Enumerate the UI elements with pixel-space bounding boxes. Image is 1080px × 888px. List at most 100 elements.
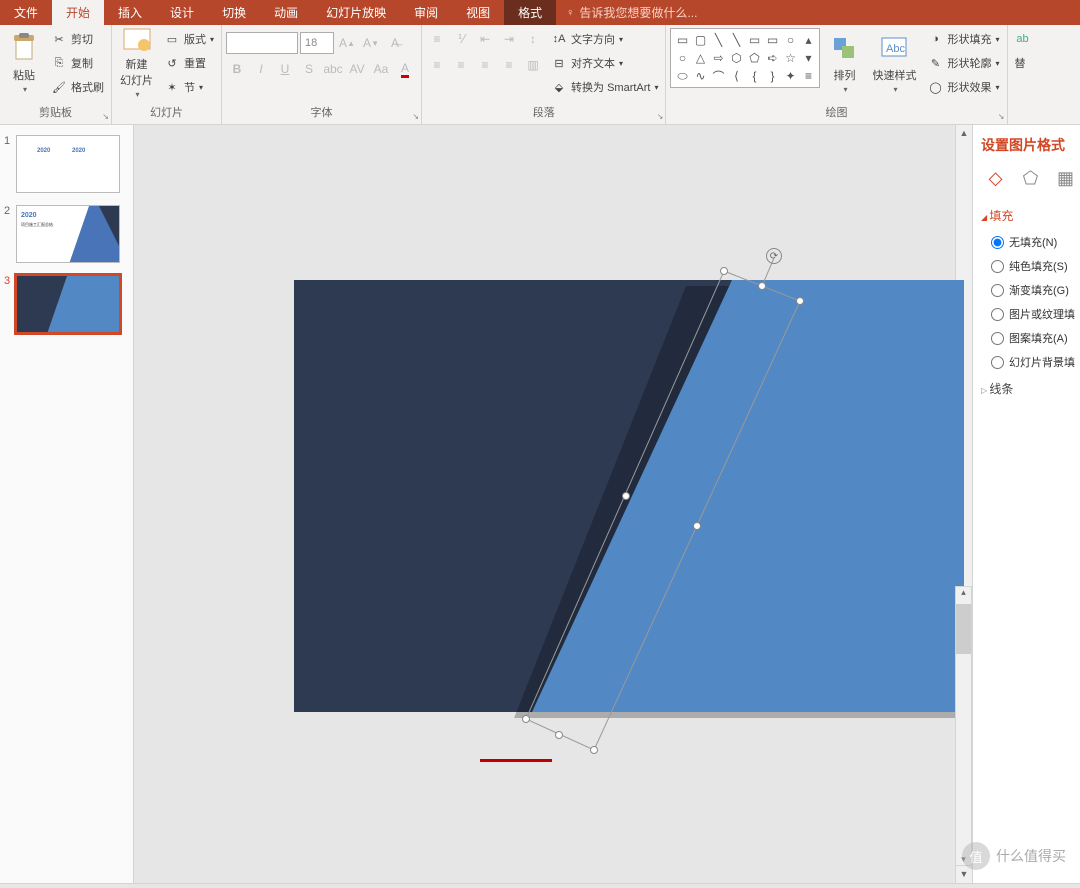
group-slides: 新建 幻灯片 ▭版式▾ ↺重置 ✶节▾ 幻灯片 (112, 25, 222, 124)
align-right-icon[interactable]: ≡ (474, 54, 496, 76)
slide-thumbnails: 1 2020 2020 ★ 2 2020 项目施工汇报总结 ★ 3 ★ (0, 125, 134, 883)
selection-handle[interactable] (590, 746, 598, 754)
underline-icon[interactable]: U (274, 58, 296, 80)
cut-button[interactable]: ✂剪切 (48, 28, 107, 50)
caret-icon (133, 88, 139, 100)
caret-icon (21, 83, 27, 95)
section-icon: ✶ (164, 79, 180, 95)
spacing-icon[interactable]: AV (346, 58, 368, 80)
layout-button[interactable]: ▭版式▾ (161, 28, 217, 50)
thumb-2[interactable]: 2 2020 项目施工汇报总结 ★ (0, 203, 133, 273)
group-paragraph: ≡ ⅟ ⇤ ⇥ ↕ ≡ ≡ ≡ ≡ ▥ ↕A文字方向▾ ⊟对齐文本▾ ⬙转换为 … (422, 25, 666, 124)
text-direction-button[interactable]: ↕A文字方向▾ (548, 28, 661, 50)
group-editing: ab 替 (1008, 25, 1038, 124)
font-color-icon[interactable]: A (394, 58, 416, 80)
arrange-button[interactable]: 排列 (824, 28, 864, 98)
thumb-1[interactable]: 1 2020 2020 ★ (0, 133, 133, 203)
tab-insert[interactable]: 插入 (104, 0, 156, 25)
font-label: 字体 (226, 102, 417, 124)
selection-handle[interactable] (796, 297, 804, 305)
align-text-button[interactable]: ⊟对齐文本▾ (548, 52, 661, 74)
paragraph-label: 段落 (426, 102, 661, 124)
selection-handle[interactable] (693, 522, 701, 530)
tab-home[interactable]: 开始 (52, 0, 104, 25)
line-section-header[interactable]: 线条 (981, 380, 1076, 397)
arrange-icon (828, 32, 860, 64)
shape-fill-button[interactable]: ◑形状填充▾ (924, 28, 1002, 50)
justify-icon[interactable]: ≡ (498, 54, 520, 76)
tab-file[interactable]: 文件 (0, 0, 52, 25)
clipboard-label: 剪贴板 (4, 102, 107, 124)
shape-gallery[interactable]: ▭▢╲╲▭▭○▴ ○△⇨⬡⬠➪☆▾ ⬭∿⌒⟨{}✦≡ (670, 28, 820, 88)
reset-button[interactable]: ↺重置 (161, 52, 217, 74)
picture-tab-icon[interactable]: ▦ (1055, 167, 1076, 189)
paste-icon (8, 32, 40, 64)
clear-formatting-icon[interactable]: A̶ (384, 32, 406, 54)
watermark-icon: 值 (962, 842, 990, 870)
picture-fill-radio[interactable]: 图片或纹理填 (981, 306, 1076, 322)
tab-design[interactable]: 设计 (156, 0, 208, 25)
selection-handle[interactable] (622, 492, 630, 500)
smartart-button[interactable]: ⬙转换为 SmartArt▾ (548, 76, 661, 98)
scroll-up-icon[interactable]: ▴ (956, 587, 971, 598)
bullets-icon[interactable]: ≡ (426, 28, 448, 50)
pattern-fill-radio[interactable]: 图案填充(A) (981, 330, 1076, 346)
quick-styles-button[interactable]: Abc 快速样式 (868, 28, 920, 98)
selection-handle[interactable] (758, 282, 766, 290)
indent-more-icon[interactable]: ⇥ (498, 28, 520, 50)
tab-animations[interactable]: 动画 (260, 0, 312, 25)
notes-scrollbar[interactable]: ▴ ▾ (955, 586, 972, 866)
tab-format[interactable]: 格式 (504, 0, 556, 25)
tab-view[interactable]: 视图 (452, 0, 504, 25)
effects-tab-icon[interactable]: ⬠ (1020, 167, 1041, 189)
effects-icon: ◯ (927, 79, 943, 95)
columns-icon[interactable]: ▥ (522, 54, 544, 76)
font-size-combo[interactable]: 18 (300, 32, 334, 54)
slide-canvas-svg (134, 125, 964, 883)
decrease-font-icon[interactable]: A▼ (360, 32, 382, 54)
tab-review[interactable]: 审阅 (400, 0, 452, 25)
no-fill-radio[interactable]: 无填充(N) (981, 234, 1076, 250)
change-case-icon[interactable]: Aa (370, 58, 392, 80)
fill-line-tab-icon[interactable]: ◇ (985, 167, 1006, 189)
paste-button[interactable]: 粘贴 (4, 28, 44, 98)
tab-slideshow[interactable]: 幻灯片放映 (312, 0, 400, 25)
line-spacing-icon[interactable]: ↕ (522, 28, 544, 50)
selection-handle[interactable] (555, 731, 563, 739)
gradient-fill-radio[interactable]: 渐变填充(G) (981, 282, 1076, 298)
bold-icon[interactable]: B (226, 58, 248, 80)
brush-icon: 🖌 (51, 79, 67, 95)
fill-section-header[interactable]: 填充 (981, 207, 1076, 224)
smartart-icon: ⬙ (551, 79, 567, 95)
copy-button[interactable]: ⎘复制 (48, 52, 107, 74)
solid-fill-radio[interactable]: 纯色填充(S) (981, 258, 1076, 274)
font-name-combo[interactable] (226, 32, 298, 54)
shape-outline-button[interactable]: ✎形状轮廓▾ (924, 52, 1002, 74)
italic-icon[interactable]: I (250, 58, 272, 80)
tab-transitions[interactable]: 切换 (208, 0, 260, 25)
shadow-icon[interactable]: S (298, 58, 320, 80)
indent-less-icon[interactable]: ⇤ (474, 28, 496, 50)
increase-font-icon[interactable]: A▲ (336, 32, 358, 54)
thumb-slide-2: 2020 项目施工汇报总结 (16, 205, 120, 263)
rotate-handle-icon[interactable]: ⟳ (766, 248, 782, 264)
line-section: 线条 (977, 380, 1076, 397)
thumb-3[interactable]: 3 ★ (0, 273, 133, 343)
scissors-icon: ✂ (51, 31, 67, 47)
tell-me-search[interactable]: 告诉我您想要做什么... (566, 0, 697, 25)
align-left-icon[interactable]: ≡ (426, 54, 448, 76)
selection-handle[interactable] (522, 715, 530, 723)
strike-icon[interactable]: abc (322, 58, 344, 80)
numbering-icon[interactable]: ⅟ (450, 28, 472, 50)
format-painter-button[interactable]: 🖌格式刷 (48, 76, 107, 98)
selection-handle[interactable] (720, 267, 728, 275)
align-text-icon: ⊟ (551, 55, 567, 71)
slide-editor[interactable]: ▲▼ ⟳ ▴ ▾ (134, 125, 972, 883)
slidebg-fill-radio[interactable]: 幻灯片背景填 (981, 354, 1076, 370)
replace-button[interactable]: ab (1012, 28, 1034, 50)
new-slide-button[interactable]: 新建 幻灯片 (116, 28, 157, 98)
section-button[interactable]: ✶节▾ (161, 76, 217, 98)
scrollbar-thumb[interactable] (956, 604, 971, 654)
align-center-icon[interactable]: ≡ (450, 54, 472, 76)
shape-effects-button[interactable]: ◯形状效果▾ (924, 76, 1002, 98)
